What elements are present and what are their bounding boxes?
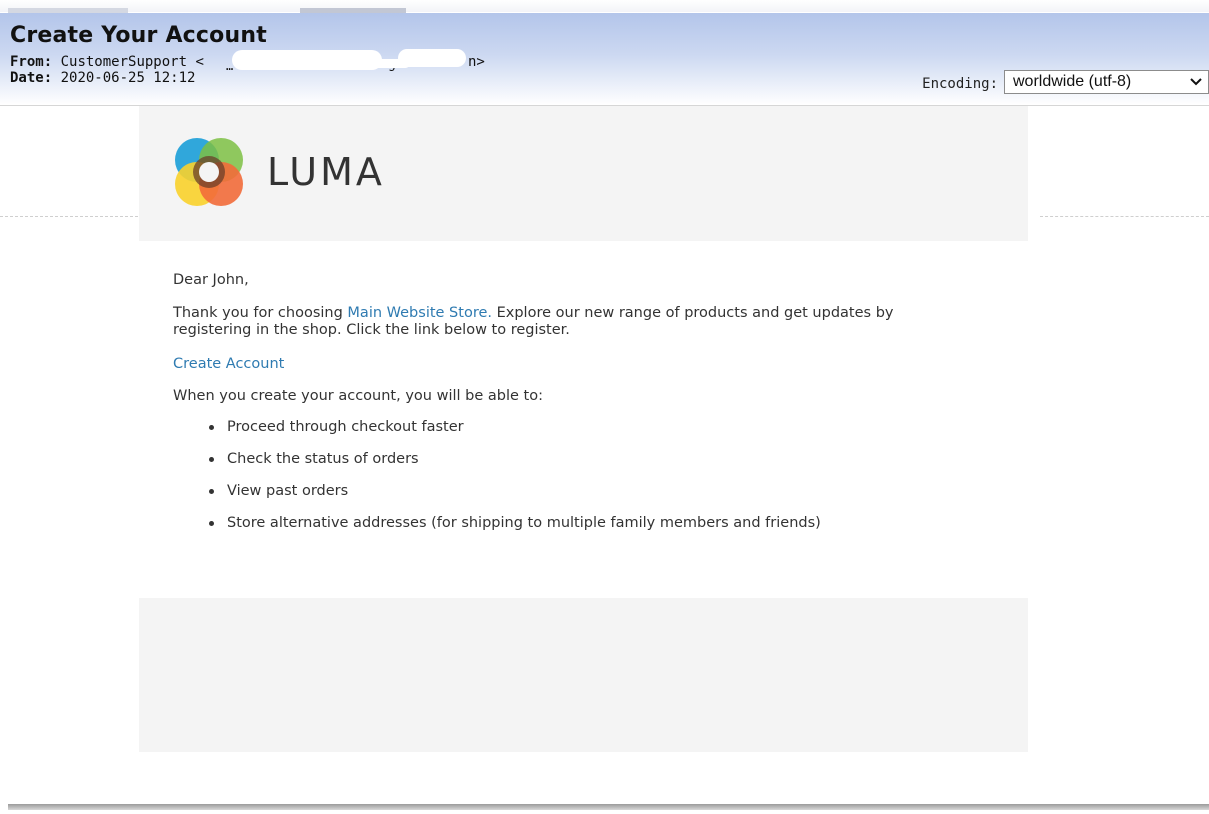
encoding-label: Encoding: [922,75,998,92]
luma-logo-text: LUMA [267,150,385,194]
date-value: 2020-06-25 12:12 [60,70,196,86]
list-item: Store alternative addresses (for shippin… [173,515,821,547]
from-end: n> [468,54,485,70]
encoding-select[interactable]: worldwide (utf-8) [1004,69,1209,94]
from-line: From: CustomerSupport < [10,54,204,70]
mail-subject: Create Your Account [10,23,267,48]
redaction-mark [300,59,410,68]
benefits-list: Proceed through checkout faster Check th… [173,419,821,547]
window-top-strip [0,0,1209,13]
chevron-down-icon [1190,75,1202,89]
encoding-value: worldwide (utf-8) [1013,72,1132,90]
intro-paragraph: Thank you for choosing Main Website Stor… [173,305,953,339]
list-item: View past orders [173,483,821,515]
store-link[interactable]: Main Website Store. [347,305,492,321]
dashed-separator [1040,216,1209,217]
from-value: CustomerSupport < [60,54,204,70]
create-account-link[interactable]: Create Account [173,356,284,373]
benefits-intro: When you create your account, you will b… [173,388,543,404]
from-label: From: [10,54,53,70]
mail-header: Create Your Account From: CustomerSuppor… [0,13,1209,106]
list-item: Proceed through checkout faster [173,419,821,451]
luma-logo-icon [175,138,243,206]
dashed-separator [0,216,138,217]
email-footer-band [139,598,1028,752]
date-line: Date: 2020-06-25 12:12 [10,70,195,86]
window-bottom-edge [8,804,1209,810]
email-logo-band: LUMA [139,106,1028,241]
list-item: Check the status of orders [173,451,821,483]
intro-text: Thank you for choosing [173,305,348,321]
date-label: Date: [10,70,53,86]
encoding-control: Encoding: worldwide (utf-8) [922,69,1209,94]
greeting: Dear John, [173,272,249,288]
